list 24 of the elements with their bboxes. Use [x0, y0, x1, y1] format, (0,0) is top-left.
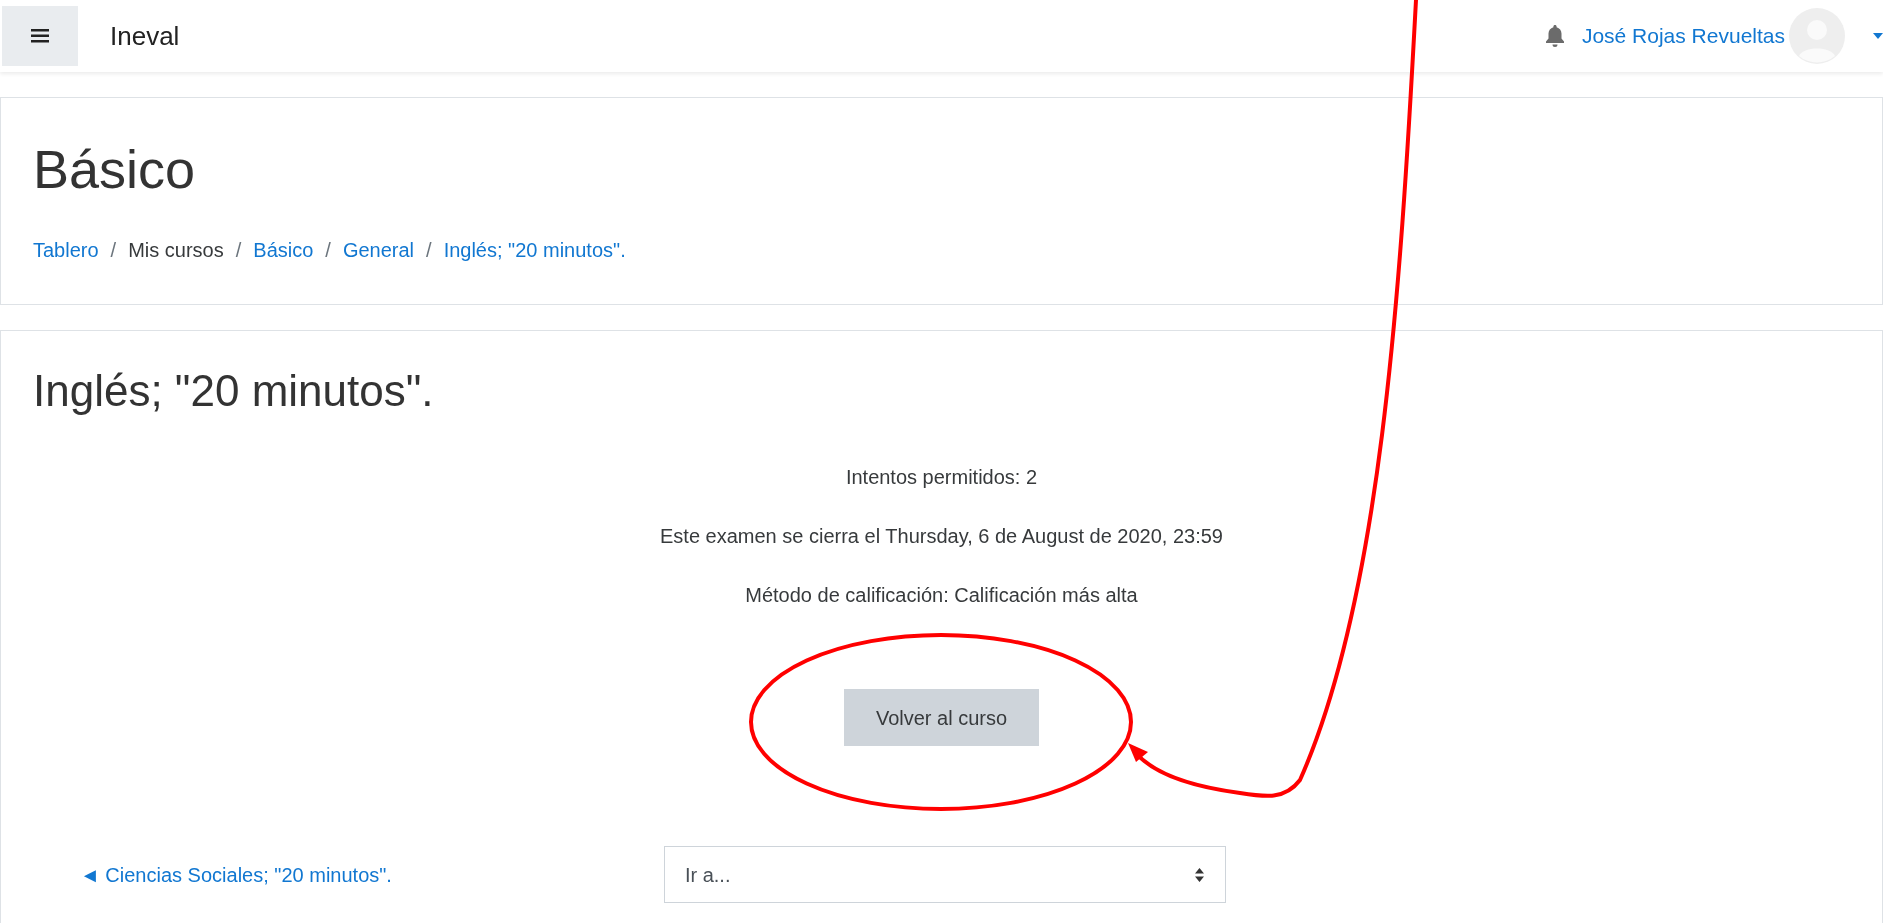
quiz-info-text: Este examen se cierra el Thursday, 6 de August de 2020, 23:59	[660, 524, 1223, 548]
breadcrumb-link[interactable]: Básico	[253, 235, 314, 265]
quiz-title: Inglés; "20 minutos".	[33, 369, 435, 413]
caret-icon[interactable]	[1873, 32, 1883, 40]
menu-button[interactable]	[2, 6, 78, 66]
breadcrumb-separator: /	[325, 238, 331, 263]
back-to-course-button[interactable]: Volver al curso	[844, 689, 1039, 746]
menu-icon	[31, 29, 49, 43]
jump-to-select[interactable]: Ir a...	[663, 846, 1226, 903]
notification-icon[interactable]	[1543, 24, 1566, 48]
breadcrumb-link[interactable]: Inglés; "20 minutos".	[443, 235, 626, 265]
breadcrumb-separator: /	[426, 238, 432, 263]
breadcrumb-item: Mis cursos	[128, 238, 224, 263]
user-name[interactable]: José Rojas Revueltas	[1581, 20, 1785, 52]
breadcrumb-separator: /	[235, 238, 242, 263]
site-name[interactable]: Ineval	[110, 16, 180, 56]
breadcrumb-separator: /	[110, 238, 117, 263]
quiz-info-text: Intentos permitidos: 2	[845, 465, 1038, 489]
previous-activity-link[interactable]: ◄ Ciencias Sociales; "20 minutos".	[80, 859, 392, 890]
breadcrumb-link[interactable]: General	[342, 235, 415, 265]
page-title: Básico	[33, 142, 197, 196]
quiz-info-text: Método de calificación: Calificación más alta	[745, 583, 1138, 607]
breadcrumb-link[interactable]: Tablero	[33, 235, 99, 265]
sort-icon	[1193, 866, 1205, 883]
